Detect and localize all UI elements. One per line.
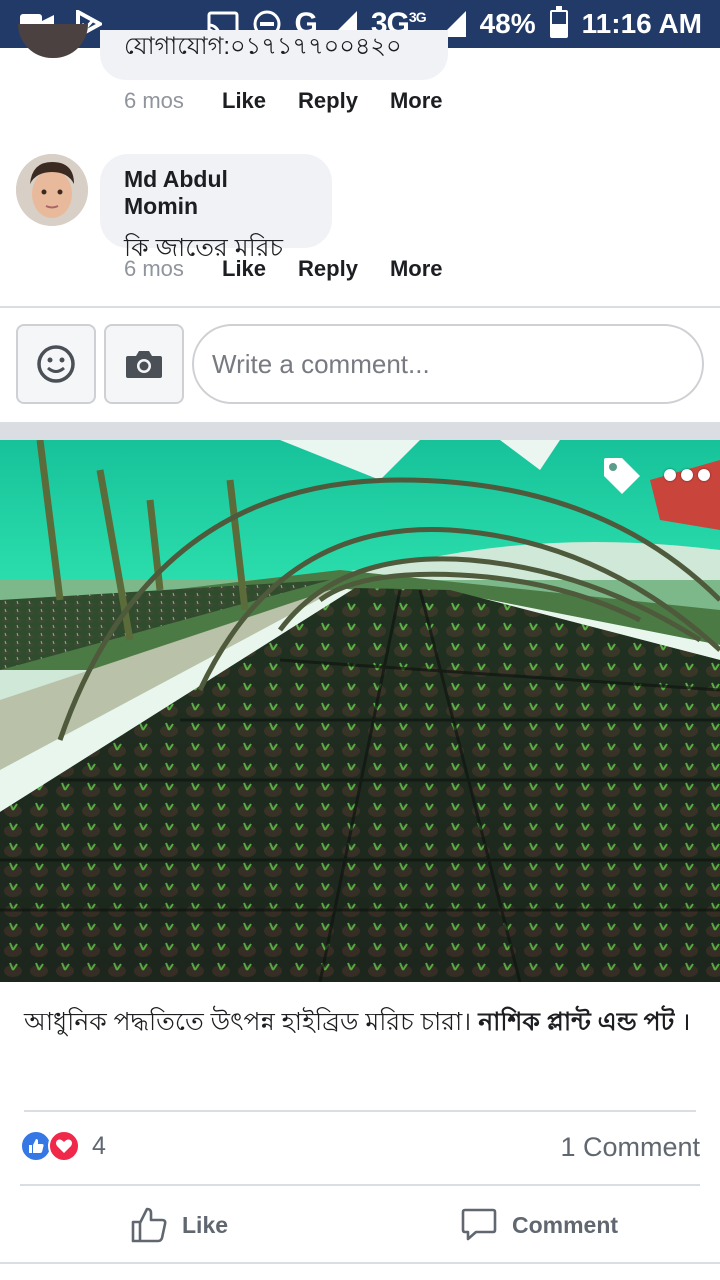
emoji-button[interactable]: [16, 324, 96, 404]
comment-input[interactable]: [192, 324, 704, 404]
love-reaction-icon: [48, 1130, 80, 1162]
page-mention[interactable]: নাশিক প্লান্ট এন্ড পট: [478, 1008, 674, 1036]
comment-button[interactable]: Comment: [460, 1198, 618, 1252]
divider: [0, 1262, 720, 1264]
camera-button[interactable]: [104, 324, 184, 404]
comment-meta: 6 mos Like Reply More: [124, 256, 475, 282]
comment-count[interactable]: 1 Comment: [560, 1132, 700, 1163]
comment-meta: 6 mos Like Reply More: [124, 88, 475, 114]
comment-label: Comment: [512, 1211, 619, 1238]
comment-bubble: Md Abdul Momin কি জাতের মরিচ: [100, 154, 332, 262]
like-button[interactable]: Like: [130, 1198, 228, 1252]
like-link[interactable]: Like: [222, 256, 266, 282]
thumbs-up-icon: [131, 1207, 167, 1243]
smiley-icon: [37, 345, 75, 383]
comment-text: যোগাযোগ:০১৭১৭৭০০৪২০: [124, 33, 402, 60]
post-photo[interactable]: [0, 440, 720, 982]
like-label: Like: [182, 1211, 229, 1238]
feed-separator: [0, 422, 720, 440]
more-link[interactable]: More: [390, 88, 443, 114]
avatar[interactable]: [18, 24, 88, 58]
tag-icon[interactable]: [600, 454, 644, 498]
battery-percent: 48%: [479, 8, 536, 39]
divider: [0, 306, 720, 308]
more-link[interactable]: More: [390, 256, 443, 282]
reply-link[interactable]: Reply: [298, 256, 358, 282]
clock: 11:16 AM: [581, 8, 702, 39]
comment-icon: [461, 1208, 497, 1241]
more-options-button[interactable]: [664, 462, 710, 488]
comment-bubble: যোগাযোগ:০১৭১৭৭০০৪২০: [100, 30, 448, 80]
divider: [20, 1184, 700, 1186]
like-link[interactable]: Like: [222, 88, 266, 114]
comment-time[interactable]: 6 mos: [124, 88, 222, 114]
divider: [24, 1110, 696, 1112]
comment-author[interactable]: Md Abdul Momin: [124, 166, 308, 220]
reaction-count: 4: [92, 1131, 106, 1160]
reactions-summary[interactable]: 4: [20, 1130, 106, 1162]
post-caption: আধুনিক পদ্ধতিতে উৎপন্ন হাইব্রিড মরিচ চার…: [24, 1008, 691, 1036]
comment-time[interactable]: 6 mos: [124, 256, 222, 282]
camera-icon: [126, 351, 162, 378]
avatar[interactable]: [16, 154, 88, 226]
reply-link[interactable]: Reply: [298, 88, 358, 114]
battery-icon: [549, 6, 568, 38]
